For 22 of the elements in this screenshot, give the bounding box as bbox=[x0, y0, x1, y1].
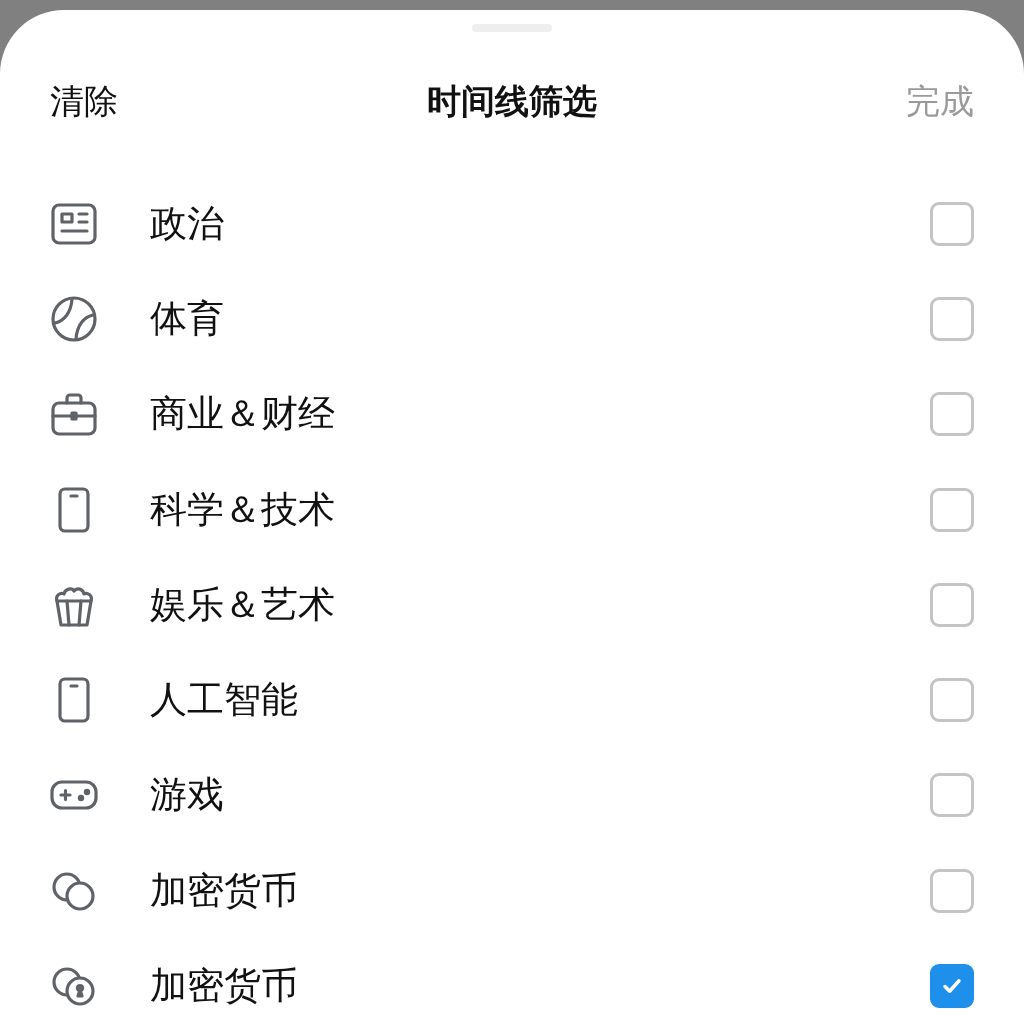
category-label: 体育 bbox=[150, 295, 225, 342]
clear-button[interactable]: 清除 bbox=[50, 79, 118, 125]
sheet-title: 时间线筛选 bbox=[427, 80, 597, 123]
category-label: 政治 bbox=[150, 200, 225, 247]
checkbox[interactable] bbox=[930, 964, 974, 1008]
briefcase-icon bbox=[50, 390, 98, 439]
category-label: 商业＆财经 bbox=[150, 391, 336, 438]
category-label: 科学＆技术 bbox=[150, 486, 336, 533]
checkbox[interactable] bbox=[930, 773, 974, 818]
checkbox[interactable] bbox=[930, 201, 974, 246]
checkbox[interactable] bbox=[930, 487, 974, 532]
checkbox[interactable] bbox=[930, 582, 974, 627]
checkbox[interactable] bbox=[930, 392, 974, 437]
ball-icon bbox=[50, 294, 98, 343]
category-label: 加密货币 bbox=[150, 963, 299, 1009]
category-label: 娱乐＆艺术 bbox=[150, 581, 336, 628]
checkbox[interactable] bbox=[930, 678, 974, 723]
checkbox[interactable] bbox=[930, 296, 974, 341]
category-label: 加密货币 bbox=[150, 867, 299, 914]
category-label: 游戏 bbox=[150, 772, 225, 819]
category-label: 人工智能 bbox=[150, 677, 299, 724]
checkbox[interactable] bbox=[930, 868, 974, 913]
